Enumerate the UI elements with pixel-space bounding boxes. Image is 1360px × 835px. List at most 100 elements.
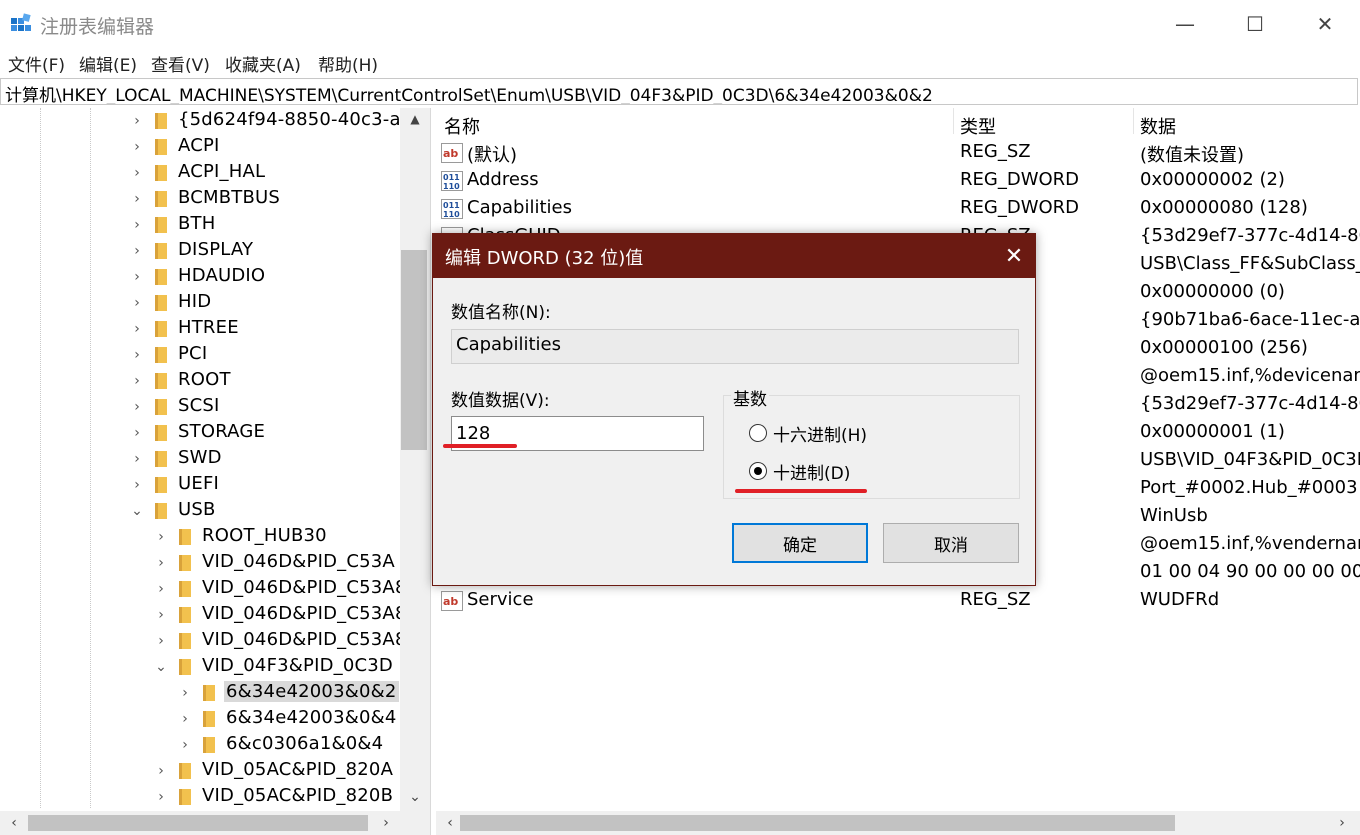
radio-checked-icon[interactable] xyxy=(749,462,767,480)
tree-item[interactable]: › HID xyxy=(0,290,400,316)
chevron-right-icon[interactable]: › xyxy=(154,524,168,550)
radio-hexadecimal[interactable]: 十六进制(H) xyxy=(749,420,867,446)
scroll-down-arrow-icon[interactable]: ⌄ xyxy=(400,785,430,809)
column-separator[interactable] xyxy=(1133,108,1134,134)
chevron-down-icon[interactable]: ⌄ xyxy=(130,498,144,524)
radio-hexadecimal-label[interactable]: 十六进制(H) xyxy=(773,421,867,446)
chevron-right-icon[interactable]: › xyxy=(130,368,144,394)
menu-help[interactable]: 帮助(H) xyxy=(318,51,378,76)
tree-item[interactable]: › UEFI xyxy=(0,472,400,498)
chevron-right-icon[interactable]: › xyxy=(130,472,144,498)
tree-item[interactable]: › ACPI xyxy=(0,134,400,160)
tree-item-label[interactable]: VID_046D&PID_C53A8 xyxy=(202,603,407,624)
tree-item-label[interactable]: VID_046D&PID_C53A8 xyxy=(202,629,407,650)
tree-item-label[interactable]: SCSI xyxy=(178,395,220,416)
list-item[interactable]: ab (默认) REG_SZ (数值未设置) xyxy=(436,139,1360,167)
tree-item[interactable]: ⌄ USB xyxy=(0,498,400,524)
tree-item[interactable]: › 6&34e42003&0&4 xyxy=(0,706,400,732)
tree-item-label[interactable]: HDAUDIO xyxy=(178,265,265,286)
tree-item[interactable]: › VID_046D&PID_C53A8 xyxy=(0,602,406,628)
scroll-right-arrow-icon[interactable]: › xyxy=(376,811,396,835)
chevron-right-icon[interactable]: › xyxy=(154,784,168,810)
tree-item[interactable]: › VID_046D&PID_C53A8 xyxy=(0,576,406,602)
chevron-right-icon[interactable]: › xyxy=(130,238,144,264)
chevron-right-icon[interactable]: › xyxy=(154,576,168,602)
tree-item-label[interactable]: VID_046D&PID_C53A xyxy=(202,551,395,572)
tree-item-label[interactable]: HID xyxy=(178,291,211,312)
tree-item[interactable]: › VID_046D&PID_C53A8 xyxy=(0,628,406,654)
list-item[interactable]: ab Service REG_SZ WUDFRd xyxy=(436,587,1360,615)
tree-item-label[interactable]: VID_04F3&PID_0C3D xyxy=(202,655,393,676)
key-tree[interactable]: › {5d624f94-8850-40c3-a3 › ACPI › ACPI_HAL › BC… xyxy=(0,108,431,835)
list-item[interactable]: 011 110 Address REG_DWORD 0x00000002 (2) xyxy=(436,167,1360,195)
chevron-right-icon[interactable]: › xyxy=(130,264,144,290)
radio-decimal[interactable]: 十进制(D) xyxy=(749,458,850,484)
radio-decimal-label[interactable]: 十进制(D) xyxy=(773,459,850,484)
column-header-type[interactable]: 类型 xyxy=(960,113,996,139)
tree-item[interactable]: › BCMBTBUS xyxy=(0,186,400,212)
list-horizontal-scroll-thumb[interactable] xyxy=(460,815,1175,831)
tree-item-label[interactable]: VID_05AC&PID_820A xyxy=(202,759,393,780)
radio-unchecked-icon[interactable] xyxy=(749,424,767,442)
chevron-right-icon[interactable]: › xyxy=(130,446,144,472)
chevron-right-icon[interactable]: › xyxy=(130,108,144,134)
tree-item-label[interactable]: ACPI_HAL xyxy=(178,161,265,182)
chevron-right-icon[interactable]: › xyxy=(130,134,144,160)
address-bar[interactable]: 计算机\HKEY_LOCAL_MACHINE\SYSTEM\CurrentCon… xyxy=(0,78,1358,105)
tree-item[interactable]: › BTH xyxy=(0,212,400,238)
column-header-name[interactable]: 名称 xyxy=(444,113,480,139)
chevron-right-icon[interactable]: › xyxy=(130,342,144,368)
tree-item[interactable]: › 6&34e42003&0&2 xyxy=(0,680,400,706)
chevron-right-icon[interactable]: › xyxy=(130,160,144,186)
ok-button[interactable]: 确定 xyxy=(732,523,868,563)
menu-edit[interactable]: 编辑(E) xyxy=(79,51,137,76)
scroll-left-arrow-icon[interactable]: ‹ xyxy=(440,811,460,835)
chevron-right-icon[interactable]: › xyxy=(130,316,144,342)
tree-item[interactable]: › SCSI xyxy=(0,394,400,420)
chevron-right-icon[interactable]: › xyxy=(178,732,192,758)
cancel-button[interactable]: 取消 xyxy=(883,523,1019,563)
tree-horizontal-scroll-thumb[interactable] xyxy=(28,815,368,831)
column-separator[interactable] xyxy=(953,108,954,134)
tree-item[interactable]: › {5d624f94-8850-40c3-a3 xyxy=(0,108,412,134)
minimize-button[interactable]: — xyxy=(1150,0,1220,48)
tree-item[interactable]: › SWD xyxy=(0,446,400,472)
chevron-right-icon[interactable]: › xyxy=(130,420,144,446)
tree-item-label[interactable]: VID_046D&PID_C53A8 xyxy=(202,577,407,598)
chevron-right-icon[interactable]: › xyxy=(178,706,192,732)
chevron-right-icon[interactable]: › xyxy=(178,680,192,706)
tree-item[interactable]: › VID_05AC&PID_820B xyxy=(0,784,400,810)
chevron-right-icon[interactable]: › xyxy=(154,628,168,654)
list-item[interactable]: 011 110 Capabilities REG_DWORD 0x00000080 (1… xyxy=(436,195,1360,223)
tree-vertical-scrollbar[interactable] xyxy=(400,108,430,811)
tree-item[interactable]: › ROOT xyxy=(0,368,400,394)
menu-favorites[interactable]: 收藏夹(A) xyxy=(225,51,301,76)
tree-item[interactable]: › ACPI_HAL xyxy=(0,160,400,186)
tree-item[interactable]: › HTREE xyxy=(0,316,400,342)
dialog-close-icon[interactable]: ✕ xyxy=(993,234,1035,278)
tree-item[interactable]: › ROOT_HUB30 xyxy=(0,524,400,550)
tree-item-label[interactable]: HTREE xyxy=(178,317,239,338)
menu-file[interactable]: 文件(F) xyxy=(8,51,65,76)
chevron-right-icon[interactable]: › xyxy=(130,212,144,238)
tree-item-label[interactable]: ACPI xyxy=(178,135,220,156)
tree-item-label[interactable]: STORAGE xyxy=(178,421,265,442)
tree-item[interactable]: › STORAGE xyxy=(0,420,400,446)
tree-item-label[interactable]: BTH xyxy=(178,213,215,234)
tree-vertical-scroll-thumb[interactable] xyxy=(401,250,427,450)
tree-item-label[interactable]: SWD xyxy=(178,447,222,468)
chevron-right-icon[interactable]: › xyxy=(154,758,168,784)
tree-item[interactable]: › VID_046D&PID_C53A xyxy=(0,550,400,576)
tree-item[interactable]: › VID_05AC&PID_820A xyxy=(0,758,400,784)
tree-item-label[interactable]: ROOT_HUB30 xyxy=(202,525,327,546)
column-header-data[interactable]: 数据 xyxy=(1140,113,1176,139)
tree-item-label[interactable]: ROOT xyxy=(178,369,231,390)
tree-item[interactable]: › HDAUDIO xyxy=(0,264,400,290)
tree-item-label[interactable]: UEFI xyxy=(178,473,219,494)
tree-item-label[interactable]: {5d624f94-8850-40c3-a3 xyxy=(178,109,412,130)
scroll-right-arrow-icon[interactable]: › xyxy=(1330,811,1354,835)
tree-item-label[interactable]: PCI xyxy=(178,343,207,364)
chevron-down-icon[interactable]: ⌄ xyxy=(154,654,168,680)
tree-item-label[interactable]: USB xyxy=(178,499,216,520)
tree-item[interactable]: › 6&c0306a1&0&4 xyxy=(0,732,400,758)
